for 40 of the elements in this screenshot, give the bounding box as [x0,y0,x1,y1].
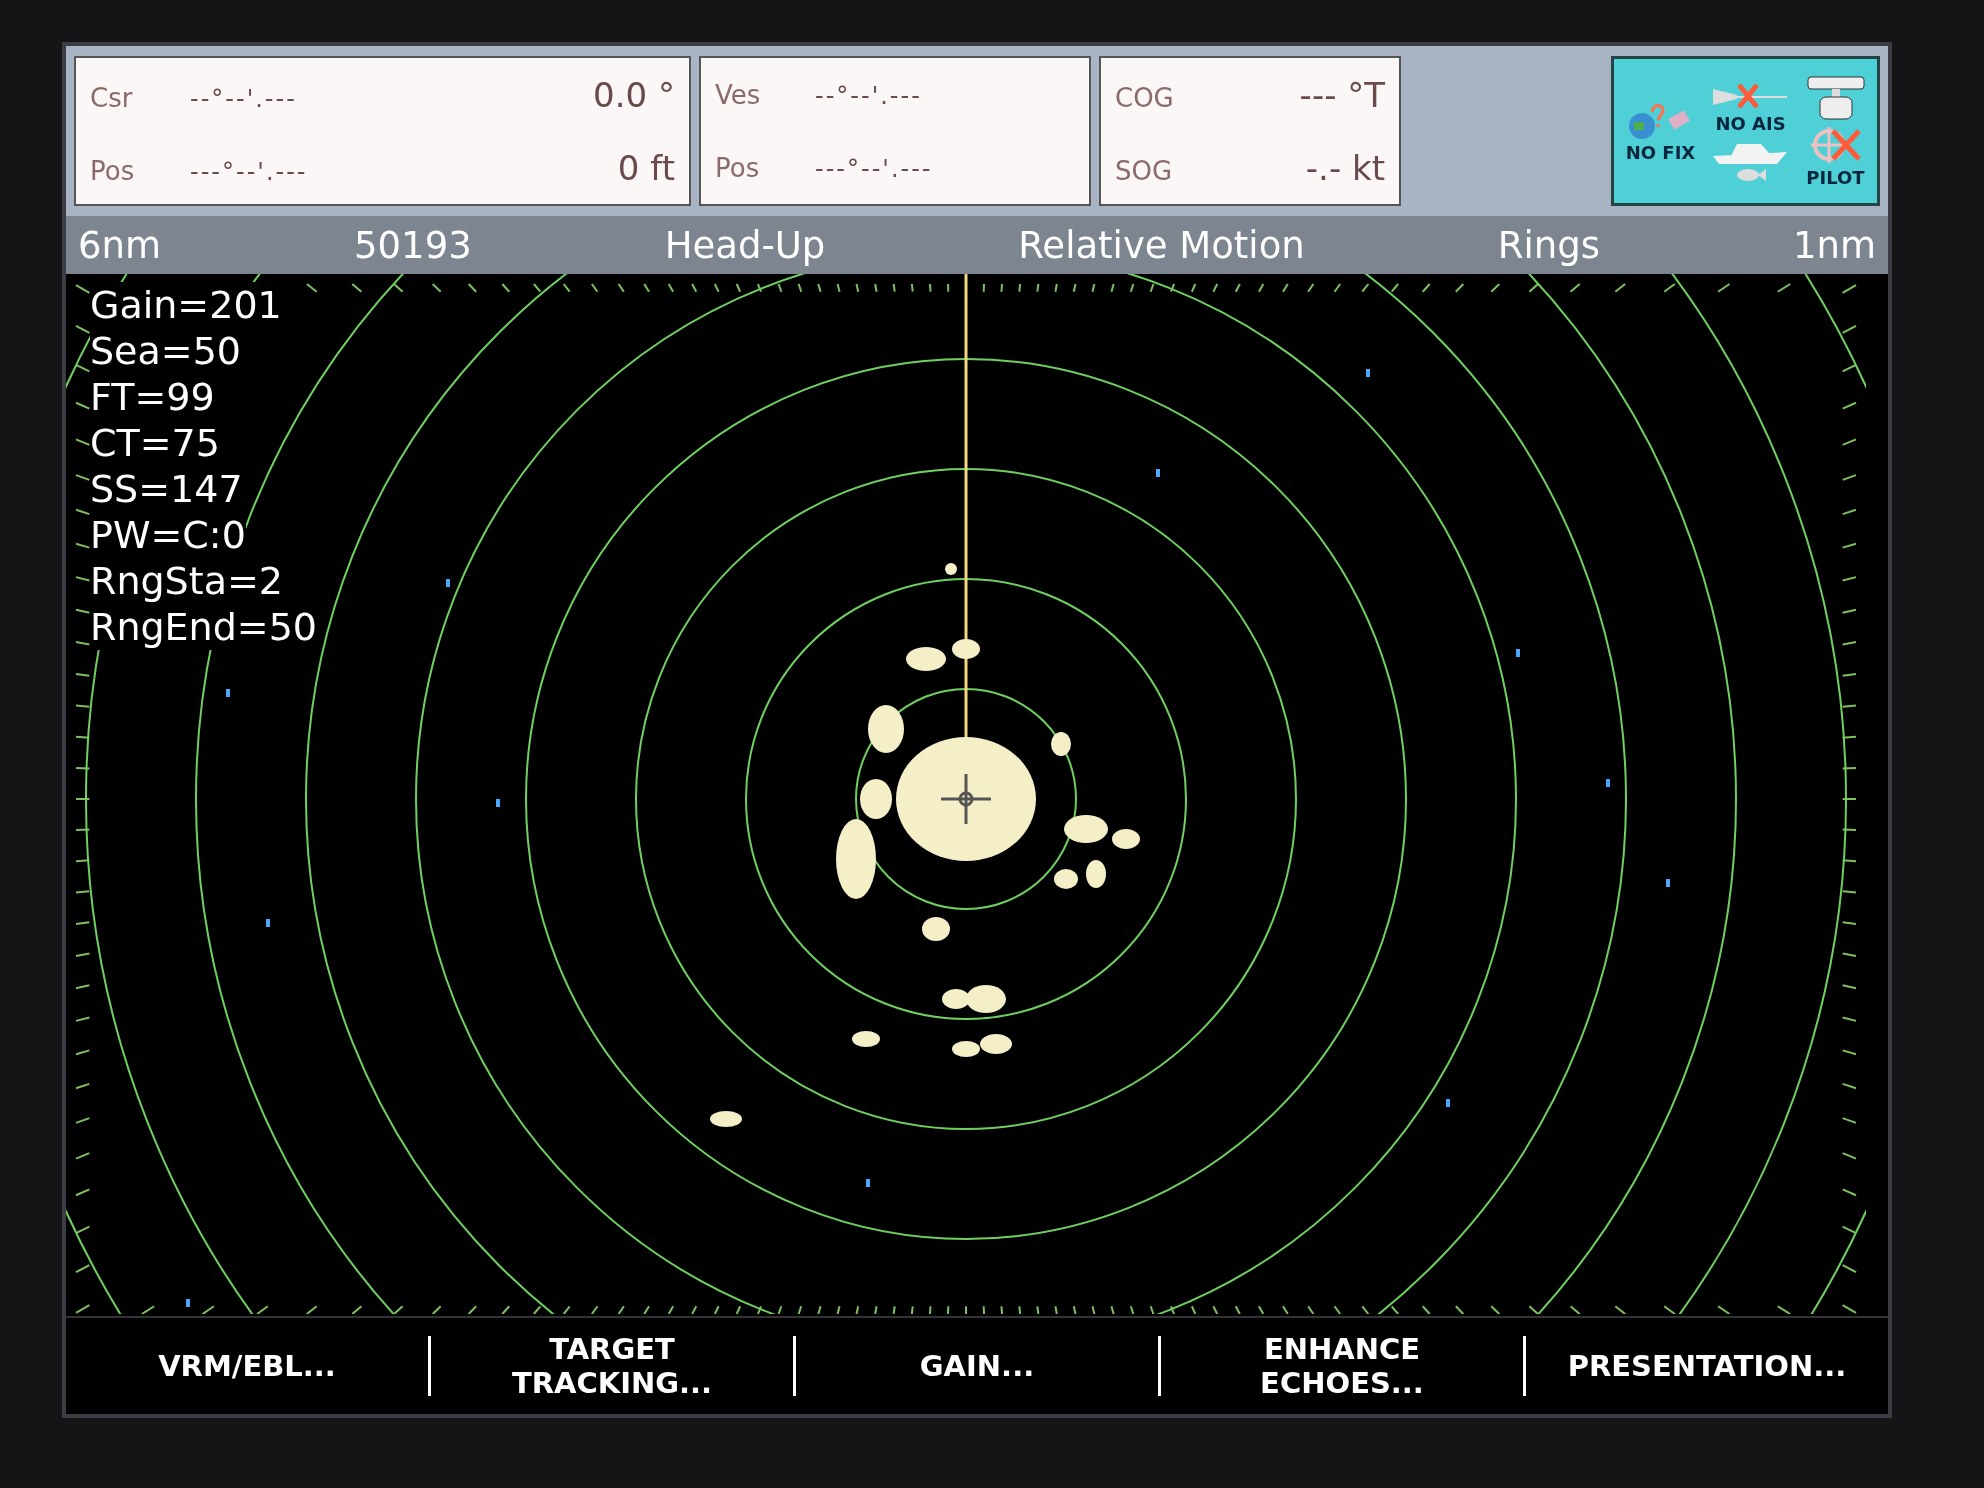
radar-setting: CT=75 [90,420,220,466]
radar-setting: PW=C:0 [90,512,246,558]
radar-scanner-icon [1805,74,1866,123]
readout-value: 0.0 ° [593,74,675,115]
readout-value: -.- kt [1305,147,1385,188]
readout-label: Pos [90,155,136,186]
readout-label: COG [1115,82,1175,113]
coordinate-readout: --°--'.--- [815,81,922,110]
rings-label: Rings [1497,223,1600,267]
readout-label: Pos [715,152,761,183]
coordinate-readout: --°--'.--- [190,84,297,113]
code-label: 50193 [354,223,472,267]
radar-setting: RngEnd=50 [90,604,318,650]
coordinate-readout: ---°--'.--- [815,154,933,183]
radar-setting: Gain=201 [90,282,282,328]
status-label: NO FIX [1625,141,1696,163]
status-label: NO AIS [1715,112,1786,134]
coordinate-readout: ---°--'.--- [190,157,308,186]
readout-label: Csr [90,82,134,113]
orientation-mode[interactable]: Head-Up [664,223,826,267]
radar-setting: RngSta=2 [90,558,283,604]
softkey[interactable]: TARGET TRACKING... [431,1331,793,1401]
softkey[interactable]: VRM/EBL... [66,1348,428,1384]
status-label: PILOT [1806,166,1865,188]
readout-value: 0 ft [617,147,675,188]
fish-icon [1735,167,1766,182]
softkey[interactable]: ENHANCE ECHOES... [1161,1331,1523,1401]
readout-value: --- °T [1299,74,1385,115]
radar-setting: FT=99 [90,374,215,420]
range-label[interactable]: 6nm [78,223,162,267]
radar-setting: Sea=50 [90,328,241,374]
rings-interval: 1nm [1792,223,1876,267]
crossed-helm-icon [1808,124,1863,165]
own-ship-cross-icon [941,774,991,824]
readout-label: Ves [715,79,762,110]
readout-label: SOG [1115,155,1174,186]
softkey[interactable]: PRESENTATION... [1526,1348,1888,1384]
motion-mode[interactable]: Relative Motion [1018,223,1305,267]
softkey[interactable]: GAIN... [796,1348,1158,1384]
radar-setting: SS=147 [90,466,243,512]
